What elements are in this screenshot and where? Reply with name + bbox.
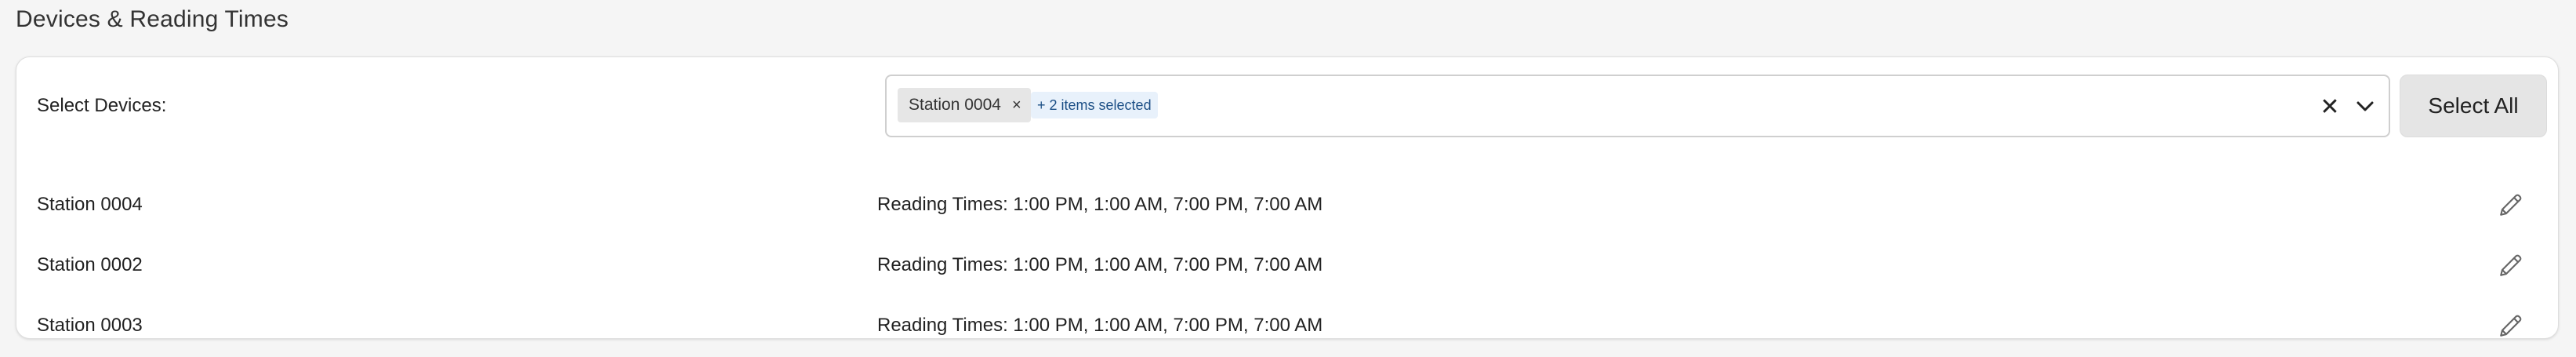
device-row: Station 0004 Reading Times: 1:00 PM, 1:0… — [16, 177, 2558, 236]
pencil-icon[interactable] — [2495, 250, 2527, 281]
selected-device-chip: Station 0004 × — [898, 88, 1031, 122]
device-name: Station 0003 — [37, 315, 143, 336]
device-reading-times: Reading Times: 1:00 PM, 1:00 AM, 7:00 PM… — [877, 194, 1323, 215]
pencil-icon[interactable] — [2495, 189, 2527, 220]
clear-selection-icon[interactable]: ✕ — [2317, 92, 2343, 122]
pencil-icon[interactable] — [2495, 310, 2527, 341]
chip-label: Station 0004 — [909, 96, 1001, 114]
page-title: Devices & Reading Times — [16, 6, 289, 32]
device-row: Station 0003 Reading Times: 1:00 PM, 1:0… — [16, 297, 2558, 357]
devices-card: Select Devices: Station 0004 × + 2 items… — [16, 56, 2559, 339]
chip-remove-icon[interactable]: × — [1012, 97, 1021, 113]
device-row: Station 0002 Reading Times: 1:00 PM, 1:0… — [16, 237, 2558, 297]
device-multiselect[interactable]: Station 0004 × + 2 items selected ✕ — [885, 75, 2390, 137]
device-name: Station 0004 — [37, 194, 143, 215]
device-reading-times: Reading Times: 1:00 PM, 1:00 AM, 7:00 PM… — [877, 254, 1323, 275]
select-devices-label: Select Devices: — [37, 95, 167, 116]
chevron-down-icon[interactable] — [2349, 90, 2381, 123]
select-all-button[interactable]: Select All — [2400, 75, 2547, 137]
more-items-badge: + 2 items selected — [1031, 92, 1158, 118]
device-reading-times: Reading Times: 1:00 PM, 1:00 AM, 7:00 PM… — [877, 315, 1323, 336]
device-name: Station 0002 — [37, 254, 143, 275]
